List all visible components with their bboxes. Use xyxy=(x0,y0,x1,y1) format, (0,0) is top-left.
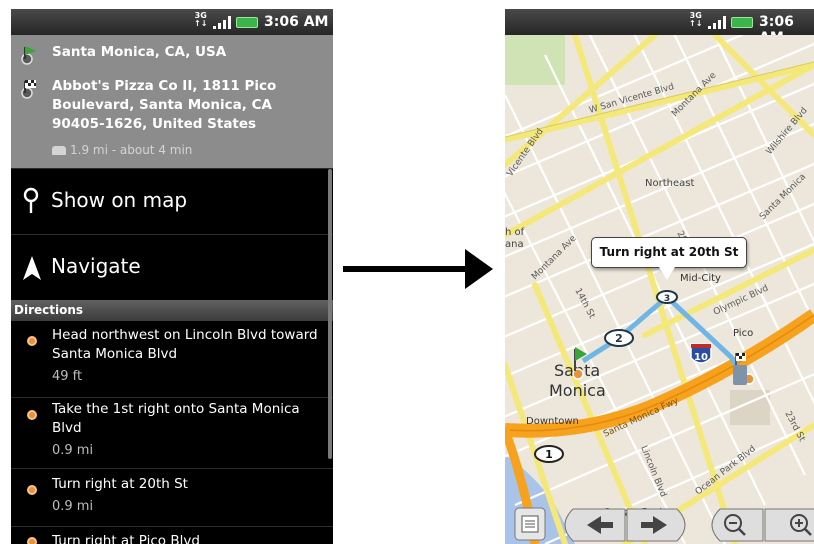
direction-step[interactable]: Turn right at 20th St 0.9 mi xyxy=(11,469,333,527)
show-on-map-label: Show on map xyxy=(51,188,188,212)
direction-step[interactable]: Head northwest on Lincoln Blvd toward Sa… xyxy=(11,321,333,398)
direction-step[interactable]: Take the 1st right onto Santa Monica Blv… xyxy=(11,398,333,469)
status-bar: 3G↑↓ 3:06 AM xyxy=(505,9,814,46)
scrollbar[interactable] xyxy=(328,169,332,459)
route-header: Santa Monica, CA, USA Abbot's Pizza Co I… xyxy=(11,35,333,168)
destination-flag-icon xyxy=(21,80,36,99)
area-label: Northeast xyxy=(645,178,694,189)
turn-callout[interactable]: Turn right at 20th St xyxy=(591,237,747,268)
step-marker[interactable]: 2 xyxy=(604,329,634,347)
interstate-10-shield: 10 xyxy=(690,343,712,364)
status-bar: 3G↑↓ 3:06 AM xyxy=(11,9,333,35)
step-text: Turn right at Pico Blvd xyxy=(52,533,200,544)
callout-tail xyxy=(659,267,675,280)
map-pin-icon xyxy=(23,187,39,213)
start-flag-icon xyxy=(21,46,36,65)
network-indicator: 3G ↑↓ xyxy=(689,11,703,28)
route-summary: 1.9 mi - about 4 min xyxy=(52,143,192,157)
step-bullet-icon xyxy=(27,485,37,495)
clock: 3:06 AM xyxy=(264,14,329,30)
map-screen: 3G↑↓ 3:06 AM xyxy=(505,9,814,544)
navigate-button[interactable]: Navigate xyxy=(11,234,333,300)
step-bullet-icon xyxy=(27,336,37,346)
step-distance: 49 ft xyxy=(52,369,83,384)
svg-text:3: 3 xyxy=(664,294,670,304)
zoom-out-button[interactable] xyxy=(711,508,764,542)
direction-step[interactable]: Turn right at Pico Blvd xyxy=(11,527,333,544)
area-label: Pico xyxy=(733,328,753,339)
network-indicator: 3G ↑↓ xyxy=(194,11,208,28)
step-marker[interactable]: 3 xyxy=(656,290,678,304)
svg-text:1: 1 xyxy=(545,448,553,461)
car-icon xyxy=(52,146,66,155)
previous-step-button[interactable] xyxy=(564,508,626,542)
map-list-button[interactable] xyxy=(514,507,546,541)
show-on-map-button[interactable]: Show on map xyxy=(11,168,333,234)
directions-header: Directions xyxy=(11,300,333,321)
network-label: 3G xyxy=(689,11,702,20)
step-bullet-icon xyxy=(27,537,37,544)
step-distance: 0.9 mi xyxy=(52,443,94,458)
next-step-button[interactable] xyxy=(626,508,686,542)
navigate-arrow-icon xyxy=(23,256,41,280)
step-text: Take the 1st right onto Santa Monica Blv… xyxy=(52,401,300,436)
directions-screen: 3G ↑↓ 3:06 AM Santa Monica, CA, USA Abbo… xyxy=(11,9,333,544)
transition-arrow-icon xyxy=(343,249,493,289)
step-text: Head northwest on Lincoln Blvd toward Sa… xyxy=(52,327,318,362)
step-bullet-icon xyxy=(27,410,37,420)
route-summary-text: 1.9 mi - about 4 min xyxy=(70,143,193,157)
battery-icon xyxy=(236,17,258,28)
zoom-in-button[interactable] xyxy=(764,508,814,542)
signal-icon xyxy=(708,16,726,29)
step-distance: 0.9 mi xyxy=(52,499,94,514)
route-destination: Abbot's Pizza Co II, 1811 Pico Boulevard… xyxy=(52,78,277,132)
step-marker[interactable]: 1 xyxy=(534,445,564,463)
step-text: Turn right at 20th St xyxy=(52,476,188,492)
signal-icon xyxy=(213,16,231,29)
area-label: Mid-City xyxy=(680,273,721,284)
navigate-label: Navigate xyxy=(51,254,141,278)
network-label: 3G xyxy=(194,11,207,20)
area-label: h of xyxy=(505,227,525,238)
route-origin: Santa Monica, CA, USA xyxy=(52,44,227,60)
area-label: ana xyxy=(505,239,524,250)
svg-text:2: 2 xyxy=(615,332,623,345)
area-label: Downtown xyxy=(526,416,579,427)
map-view[interactable]: 10 W San Vicente Blvd Montana Ave Wilshi… xyxy=(505,35,814,544)
city-label: Monica xyxy=(549,381,606,400)
battery-icon xyxy=(731,17,753,28)
svg-text:10: 10 xyxy=(694,352,708,363)
